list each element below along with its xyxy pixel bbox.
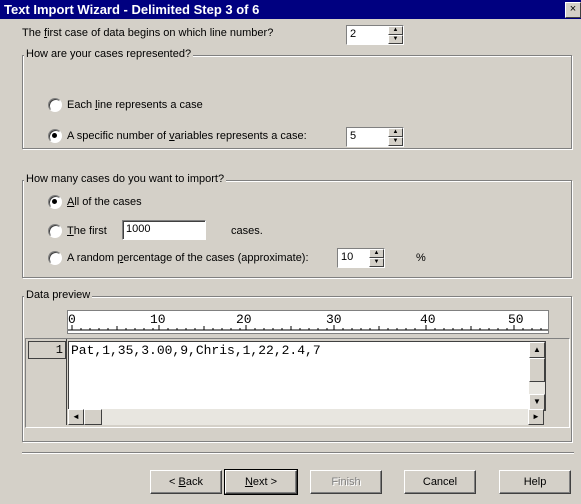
cancel-button[interactable]: Cancel — [404, 470, 476, 494]
scroll-right-icon[interactable]: ► — [528, 409, 544, 425]
data-row-text: Pat,1,35,3.00,9,Chris,1,22,2.4,7 — [71, 343, 321, 358]
random-percentage-spinner[interactable]: 10 ▲ ▼ — [337, 248, 385, 268]
window-title: Text Import Wizard - Delimited Step 3 of… — [4, 2, 260, 17]
radio-all-cases[interactable] — [48, 195, 62, 209]
spin-up-icon[interactable]: ▲ — [388, 128, 403, 137]
first-line-spinner[interactable]: 2 ▲ ▼ — [346, 25, 404, 45]
radio-specific-variables-label[interactable]: A specific number of variables represent… — [67, 130, 307, 142]
radio-first-n-cases-label[interactable]: The first — [67, 225, 107, 237]
random-percentage-value[interactable]: 10 — [341, 251, 353, 263]
back-button[interactable]: < Back — [150, 470, 222, 494]
scroll-up-icon[interactable]: ▲ — [529, 342, 545, 358]
variables-spinner[interactable]: 5 ▲ ▼ — [346, 127, 404, 147]
help-button[interactable]: Help — [499, 470, 571, 494]
spin-down-icon[interactable]: ▼ — [388, 137, 403, 146]
scroll-thumb[interactable] — [84, 409, 102, 425]
cases-represented-title: How are your cases represented? — [24, 48, 194, 60]
first-line-label: The first case of data begins on which l… — [22, 27, 274, 39]
close-icon[interactable]: × — [565, 2, 581, 18]
title-bar: Text Import Wizard - Delimited Step 3 of… — [0, 0, 581, 19]
radio-each-line-label[interactable]: Each line represents a case — [67, 99, 203, 111]
data-preview-cell: Pat,1,35,3.00,9,Chris,1,22,2.4,7 ▲ ▼ — [68, 341, 546, 411]
scroll-down-icon[interactable]: ▼ — [529, 394, 545, 410]
vertical-scrollbar[interactable]: ▲ ▼ — [529, 342, 545, 410]
radio-random-percentage-label[interactable]: A random percentage of the cases (approx… — [67, 252, 309, 264]
first-n-cases-suffix: cases. — [231, 225, 263, 237]
data-preview-grid: 1 Pat,1,35,3.00,9,Chris,1,22,2.4,7 ▲ ▼ ◄… — [25, 338, 570, 428]
button-separator — [22, 452, 574, 454]
percent-sign: % — [416, 252, 426, 264]
spin-down-icon[interactable]: ▼ — [369, 258, 384, 267]
spin-up-icon[interactable]: ▲ — [388, 26, 403, 35]
radio-random-percentage[interactable] — [48, 251, 62, 265]
scroll-thumb[interactable] — [529, 358, 545, 382]
horizontal-scrollbar[interactable]: ◄ ► — [68, 409, 544, 425]
spin-down-icon[interactable]: ▼ — [388, 35, 403, 44]
column-ruler: 0 10 20 30 40 50 — [67, 310, 549, 334]
data-preview-title: Data preview — [24, 289, 93, 301]
first-n-cases-input[interactable]: 1000 — [122, 220, 206, 240]
radio-first-n-cases[interactable] — [48, 224, 62, 238]
radio-all-cases-label[interactable]: All of the cases — [67, 196, 142, 208]
row-header-column: 1 — [26, 339, 67, 425]
radio-each-line[interactable] — [48, 98, 62, 112]
finish-button[interactable]: Finish — [310, 470, 382, 494]
first-line-value[interactable]: 2 — [350, 28, 356, 40]
import-cases-title: How many cases do you want to import? — [24, 173, 227, 185]
row-number: 1 — [28, 341, 66, 359]
next-button[interactable]: Next > — [224, 469, 298, 495]
scroll-left-icon[interactable]: ◄ — [68, 409, 84, 425]
text-import-wizard-dialog: Text Import Wizard - Delimited Step 3 of… — [0, 0, 581, 504]
variables-value[interactable]: 5 — [350, 130, 356, 142]
ruler-ticks — [68, 325, 548, 331]
radio-specific-variables[interactable] — [48, 129, 62, 143]
spin-up-icon[interactable]: ▲ — [369, 249, 384, 258]
